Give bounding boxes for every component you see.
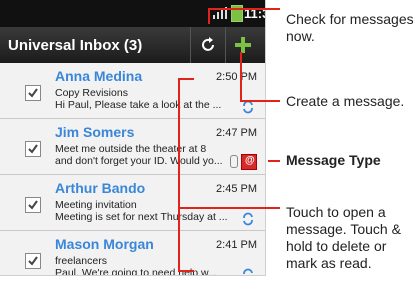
email-icon: @ — [241, 154, 257, 170]
checkbox[interactable] — [25, 85, 41, 101]
annotation-type: Message Type — [286, 152, 381, 168]
message-preview: and don't forget your ID. Would yo... — [55, 155, 223, 167]
sender-name: Arthur Bando — [55, 180, 146, 196]
callout-line — [178, 78, 194, 80]
callout-line — [208, 8, 280, 10]
callout-line — [208, 8, 210, 24]
message-row[interactable]: Anna Medina 2:50 PM Copy Revisions Hi Pa… — [0, 63, 265, 119]
message-time: 2:50 PM — [216, 71, 257, 83]
message-subject: freelancers — [55, 255, 107, 267]
sync-icon — [243, 268, 253, 275]
message-time: 2:41 PM — [216, 239, 257, 251]
status-bar: 11:3 — [0, 0, 265, 27]
sync-icon — [243, 212, 253, 226]
refresh-button[interactable] — [190, 27, 225, 63]
message-subject: Copy Revisions — [55, 87, 128, 99]
compose-button[interactable] — [225, 27, 260, 63]
checkbox[interactable] — [25, 253, 41, 269]
message-time: 2:47 PM — [216, 127, 257, 139]
callout-line — [240, 100, 280, 102]
message-subject: Meet me outside the theater at 8 — [55, 143, 207, 155]
callout-line — [268, 160, 280, 162]
checkbox[interactable] — [25, 141, 41, 157]
sender-name: Mason Morgan — [55, 236, 154, 252]
checkmark-icon — [28, 200, 38, 210]
checkbox[interactable] — [25, 197, 41, 213]
message-row[interactable]: Arthur Bando 2:45 PM Meeting invitation … — [0, 175, 265, 231]
sender-name: Anna Medina — [55, 68, 143, 84]
annotation-create: Create a message. — [286, 93, 405, 109]
plus-icon — [235, 37, 251, 53]
checkmark-icon — [28, 144, 38, 154]
message-row[interactable]: Jim Somers 2:47 PM Meet me outside the t… — [0, 119, 265, 175]
refresh-icon — [202, 37, 214, 51]
callout-line — [178, 270, 194, 272]
phone-screen: 11:3 Universal Inbox (3) Anna Medina 2:5… — [0, 0, 266, 276]
annotation-check: Check for messages now. — [286, 11, 414, 44]
message-preview: Hi Paul, Please take a look at the ... — [55, 99, 222, 111]
sender-name: Jim Somers — [55, 124, 135, 140]
attachment-icon — [230, 155, 238, 168]
annotation-open: Touch to open a message. Touch & hold to… — [286, 204, 401, 271]
message-subject: Meeting invitation — [55, 199, 137, 211]
title-bar: Universal Inbox (3) — [0, 27, 265, 63]
checkmark-icon — [28, 256, 38, 266]
checkmark-icon — [28, 88, 38, 98]
message-row[interactable]: Mason Morgan 2:41 PM freelancers Paul, W… — [0, 231, 265, 276]
message-preview: Paul, We're going to need help w... — [55, 267, 217, 276]
message-preview: Meeting is set for next Thursday at ... — [55, 211, 228, 223]
callout-line — [178, 78, 180, 272]
sync-icon — [243, 100, 253, 114]
message-time: 2:45 PM — [216, 183, 257, 195]
page-title: Universal Inbox (3) — [8, 37, 143, 54]
callout-line — [178, 207, 280, 209]
callout-line — [240, 52, 242, 102]
